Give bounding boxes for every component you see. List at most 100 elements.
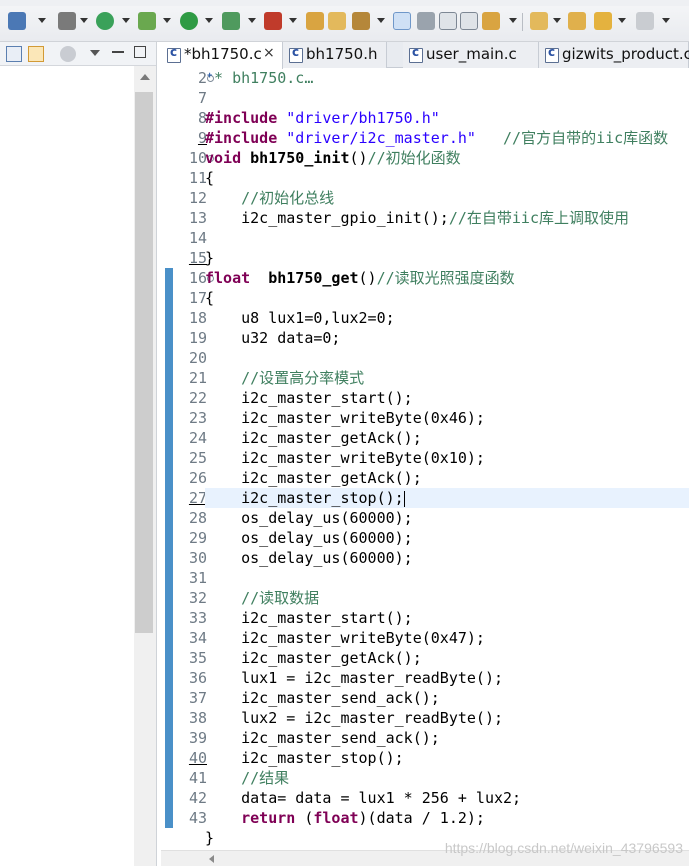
code-line: os_delay_us(60000); xyxy=(205,528,689,548)
run-dropdown-icon[interactable] xyxy=(205,18,213,23)
code-token: os_delay_us(60000); xyxy=(205,509,413,527)
next-edit-dropdown-icon[interactable] xyxy=(509,18,517,23)
line-number: 8 xyxy=(197,109,207,127)
line-number: 36 xyxy=(188,669,207,687)
editor-area: *bh1750.c × bh1750.h user_main.c gizwits… xyxy=(161,42,689,866)
code-line: i2c_master_writeByte(0x46); xyxy=(205,408,689,428)
string-token: "driver/bh1750.h" xyxy=(286,109,440,127)
code-line: * bh1750.c… xyxy=(205,68,689,88)
code-editor[interactable]: * bh1750.c… #include "driver/bh1750.h" #in… xyxy=(205,68,689,866)
code-line: return (float)(data / 1.2); xyxy=(205,808,689,828)
scroll-up-icon[interactable] xyxy=(140,74,150,80)
comment-token: //在自带iic库上调取使用 xyxy=(448,209,629,227)
link-with-editor-icon[interactable] xyxy=(28,46,44,62)
stop-icon xyxy=(264,12,282,30)
tab-user-main-c[interactable]: user_main.c xyxy=(403,42,539,68)
code-token: ( xyxy=(295,809,314,827)
code-line: //结果 xyxy=(205,768,689,788)
code-line: i2c_master_send_ack(); xyxy=(205,728,689,748)
maximize-icon[interactable] xyxy=(134,46,146,58)
edit-dropdown-icon[interactable] xyxy=(377,18,385,23)
keyword-token: float xyxy=(313,809,359,827)
pin-icon xyxy=(530,12,548,30)
refresh-dropdown-icon[interactable] xyxy=(122,18,130,23)
code-line: { xyxy=(205,288,689,308)
build-dropdown-icon[interactable] xyxy=(80,18,88,23)
focus-icon[interactable] xyxy=(60,46,76,62)
code-line: os_delay_us(60000); xyxy=(205,548,689,568)
line-number: 24 xyxy=(188,429,207,447)
comment-token: * bh1750.c xyxy=(205,69,305,87)
next-edit-icon xyxy=(482,12,500,30)
line-number: 22 xyxy=(188,389,207,407)
line-number: 23 xyxy=(188,409,207,427)
project-explorer-panel xyxy=(0,42,157,866)
scroll-thumb[interactable] xyxy=(135,92,153,633)
save-dropdown-icon[interactable] xyxy=(38,18,46,23)
minimize-icon[interactable] xyxy=(112,51,124,53)
current-code-line: i2c_master_stop(); xyxy=(205,488,689,508)
c-file-icon xyxy=(545,45,559,63)
toolbar-separator xyxy=(522,13,523,31)
pin-dropdown-icon[interactable] xyxy=(553,18,561,23)
code-token: )(data / 1.2); xyxy=(358,809,485,827)
collapse-all-icon[interactable] xyxy=(6,46,22,62)
line-number: 13 xyxy=(188,209,207,227)
block-selection-icon xyxy=(439,12,457,30)
code-token: } xyxy=(205,829,215,847)
line-number: 20 xyxy=(188,349,207,367)
vertical-scrollbar[interactable] xyxy=(134,66,156,866)
editor-tab-bar: *bh1750.c × bh1750.h user_main.c gizwits… xyxy=(161,42,689,69)
line-number: 7 xyxy=(197,89,207,107)
keyword-token: void xyxy=(205,149,242,167)
code-token: i2c_master_send_ack(); xyxy=(205,689,440,707)
tab-label: *bh1750.c xyxy=(184,45,262,63)
tab-bh1750-h[interactable]: bh1750.h xyxy=(283,42,387,68)
code-line: i2c_master_start(); xyxy=(205,388,689,408)
debug-dropdown-icon[interactable] xyxy=(163,18,171,23)
external-tools-dropdown-icon[interactable] xyxy=(248,18,256,23)
line-number: 21 xyxy=(188,369,207,387)
changed-lines-marker xyxy=(165,268,173,828)
back-dropdown-icon[interactable] xyxy=(618,18,626,23)
open-folder-icon xyxy=(328,12,346,30)
code-line: i2c_master_getAck(); xyxy=(205,468,689,488)
code-line: #include "driver/i2c_master.h" //官方自带的ii… xyxy=(205,128,689,148)
scroll-left-icon[interactable] xyxy=(209,855,214,863)
comment-token: //读取光照强度函数 xyxy=(376,269,515,287)
tab-gizwits-product-c[interactable]: gizwits_product.c xyxy=(539,42,689,68)
view-menu-icon[interactable] xyxy=(90,50,100,56)
panel-toolbar xyxy=(0,42,156,66)
code-token: lux1 = i2c_master_readByte(); xyxy=(205,669,504,687)
code-token: i2c_master_writeByte(0x10); xyxy=(205,449,485,467)
stop-dropdown-icon[interactable] xyxy=(289,18,297,23)
code-line: //初始化总线 xyxy=(205,188,689,208)
line-number: 31 xyxy=(188,569,207,587)
code-token: bh1750_get xyxy=(268,269,359,287)
tab-bh1750-c[interactable]: *bh1750.c × xyxy=(161,42,283,69)
code-line: i2c_master_getAck(); xyxy=(205,648,689,668)
line-number: 18 xyxy=(188,309,207,327)
code-line: i2c_master_gpio_init();//在自带iic库上调取使用 xyxy=(205,208,689,228)
comment-token: //设置高分率模式 xyxy=(241,369,365,387)
code-line: i2c_master_writeByte(0x10); xyxy=(205,448,689,468)
code-token: i2c_master_getAck(); xyxy=(205,429,422,447)
forward-dropdown-icon[interactable] xyxy=(662,18,670,23)
line-number-ruler: 2789101112131415161718192021222324252627… xyxy=(173,68,214,866)
close-tab-icon[interactable]: × xyxy=(263,45,275,61)
code-token: i2c_master_gpio_init(); xyxy=(205,209,449,227)
code-token: i2c_master_send_ack(); xyxy=(205,729,440,747)
comment-token: //结果 xyxy=(241,769,290,787)
code-token: () xyxy=(358,269,377,287)
line-number: 26 xyxy=(188,469,207,487)
code-line: void bh1750_init()//初始化函数 xyxy=(205,148,689,168)
code-line: i2c_master_writeByte(0x47); xyxy=(205,628,689,648)
code-line: i2c_master_send_ack(); xyxy=(205,688,689,708)
save-icon xyxy=(8,12,26,30)
